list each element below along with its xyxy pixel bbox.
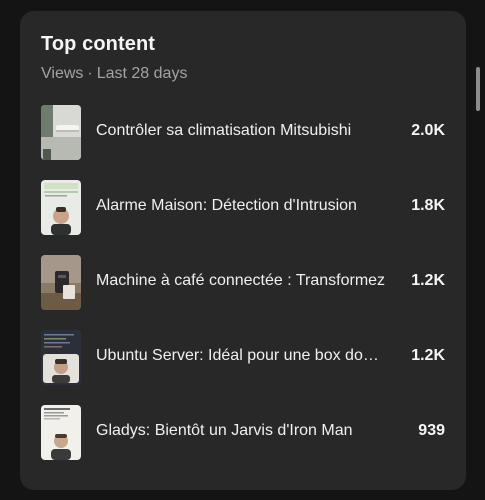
card-subtitle: Views · Last 28 days [41, 65, 187, 83]
video-thumbnail[interactable] [41, 105, 81, 160]
video-thumbnail[interactable] [41, 255, 81, 310]
content-row[interactable]: Machine à café connectée : Transformez 1… [41, 255, 445, 310]
period-label: Last 28 days [96, 65, 188, 82]
video-thumbnail[interactable] [41, 405, 81, 460]
content-row[interactable]: Contrôler sa climatisation Mitsubishi 2.… [41, 105, 445, 160]
slide-presenter-thumbnail-icon [41, 405, 81, 460]
view-count: 2.0K [411, 122, 445, 139]
view-count: 1.2K [411, 272, 445, 289]
terminal-presenter-thumbnail-icon [41, 330, 81, 385]
metric-label: Views [41, 65, 84, 82]
top-content-card: Top content Views · Last 28 days Contrôler… [20, 11, 480, 490]
video-title[interactable]: Alarme Maison: Détection d'Intrusion [96, 197, 386, 215]
content-row[interactable]: Ubuntu Server: Idéal pour une box domoti… [41, 330, 445, 385]
scrollbar[interactable] [476, 67, 480, 111]
video-title[interactable]: Gladys: Bientôt un Jarvis d'Iron Man [96, 422, 386, 440]
subtitle-separator: · [87, 65, 93, 82]
video-title[interactable]: Contrôler sa climatisation Mitsubishi [96, 122, 386, 140]
view-count: 1.2K [411, 347, 445, 364]
video-thumbnail[interactable] [41, 330, 81, 385]
view-count: 939 [418, 422, 445, 439]
content-row[interactable]: Gladys: Bientôt un Jarvis d'Iron Man 939 [41, 405, 445, 460]
presenter-screen-thumbnail-icon [41, 180, 81, 235]
content-row[interactable]: Alarme Maison: Détection d'Intrusion 1.8… [41, 180, 445, 235]
video-thumbnail[interactable] [41, 180, 81, 235]
coffee-machine-thumbnail-icon [41, 255, 81, 310]
air-conditioner-wall-thumbnail-icon [41, 105, 81, 160]
view-count: 1.8K [411, 197, 445, 214]
card-title: Top content [41, 33, 156, 55]
video-title[interactable]: Machine à café connectée : Transformez [96, 272, 386, 290]
video-title[interactable]: Ubuntu Server: Idéal pour une box domoti… [96, 347, 386, 365]
